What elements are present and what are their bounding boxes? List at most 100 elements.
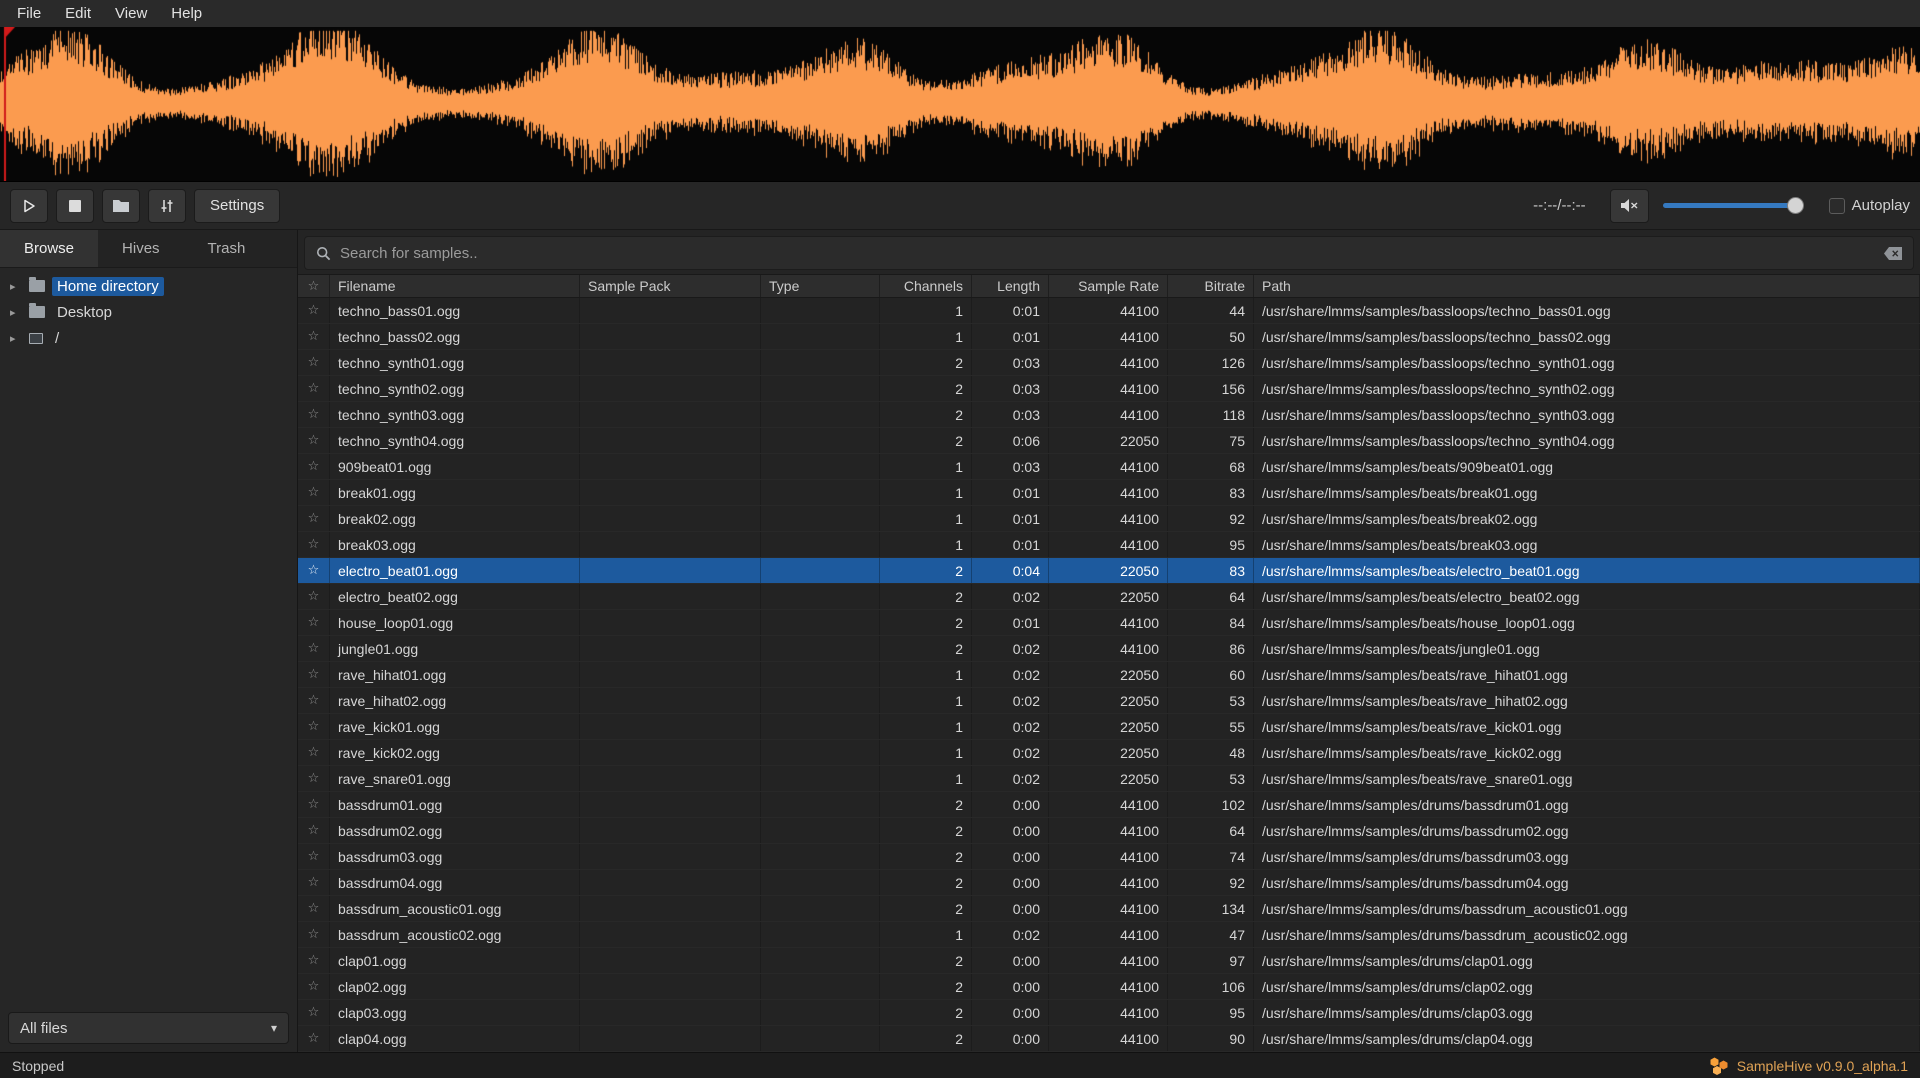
table-row[interactable]: ☆rave_kick02.ogg10:022205048/usr/share/l… [298,740,1920,766]
table-row[interactable]: ☆house_loop01.ogg20:014410084/usr/share/… [298,610,1920,636]
table-row[interactable]: ☆break03.ogg10:014410095/usr/share/lmms/… [298,532,1920,558]
expander-icon[interactable]: ▸ [10,306,22,319]
favorite-star-icon[interactable]: ☆ [298,298,330,323]
tab-hives[interactable]: Hives [98,230,184,267]
table-row[interactable]: ☆techno_bass02.ogg10:014410050/usr/share… [298,324,1920,350]
table-row[interactable]: ☆electro_beat02.ogg20:022205064/usr/shar… [298,584,1920,610]
table-row[interactable]: ☆bassdrum04.ogg20:004410092/usr/share/lm… [298,870,1920,896]
column-header-sample-rate[interactable]: Sample Rate [1049,275,1168,297]
favorite-star-icon[interactable]: ☆ [298,922,330,947]
table-row[interactable]: ☆techno_synth01.ogg20:0344100126/usr/sha… [298,350,1920,376]
column-header-bitrate[interactable]: Bitrate [1168,275,1254,297]
column-header-type[interactable]: Type [761,275,880,297]
table-row[interactable]: ☆rave_hihat01.ogg10:022205060/usr/share/… [298,662,1920,688]
settings-button[interactable]: Settings [194,189,280,223]
favorite-star-icon[interactable]: ☆ [298,610,330,635]
table-row[interactable]: ☆bassdrum02.ogg20:004410064/usr/share/lm… [298,818,1920,844]
table-row[interactable]: ☆clap02.ogg20:0044100106/usr/share/lmms/… [298,974,1920,1000]
clear-search-icon[interactable] [1884,247,1902,260]
tree-item-root[interactable]: ▸/ [0,325,297,351]
favorite-star-icon[interactable]: ☆ [298,714,330,739]
table-row[interactable]: ☆bassdrum_acoustic01.ogg20:0044100134/us… [298,896,1920,922]
expander-icon[interactable]: ▸ [10,280,22,293]
sample-pack-cell [580,974,761,999]
table-row[interactable]: ☆techno_bass01.ogg10:014410044/usr/share… [298,298,1920,324]
favorite-star-icon[interactable]: ☆ [298,636,330,661]
favorite-star-icon[interactable]: ☆ [298,688,330,713]
table-row[interactable]: ☆jungle01.ogg20:024410086/usr/share/lmms… [298,636,1920,662]
favorite-star-icon[interactable]: ☆ [298,974,330,999]
column-header-channels[interactable]: Channels [880,275,972,297]
favorite-star-icon[interactable]: ☆ [298,792,330,817]
favorites-column-header[interactable]: ☆ [298,275,330,297]
favorite-star-icon[interactable]: ☆ [298,740,330,765]
menu-help[interactable]: Help [160,2,213,25]
stop-button[interactable] [56,189,94,223]
table-row[interactable]: ☆rave_hihat02.ogg10:022205053/usr/share/… [298,688,1920,714]
table-row[interactable]: ☆break02.ogg10:014410092/usr/share/lmms/… [298,506,1920,532]
waveform-panel[interactable] [0,27,1920,182]
table-row[interactable]: ☆electro_beat01.ogg20:042205083/usr/shar… [298,558,1920,584]
volume-handle[interactable] [1787,197,1804,214]
favorite-star-icon[interactable]: ☆ [298,376,330,401]
table-row[interactable]: ☆bassdrum01.ogg20:0044100102/usr/share/l… [298,792,1920,818]
file-filter-dropdown[interactable]: All files ▾ [8,1012,289,1044]
view-toggle-button[interactable] [148,189,186,223]
table-row[interactable]: ☆techno_synth04.ogg20:062205075/usr/shar… [298,428,1920,454]
column-header-path[interactable]: Path [1254,275,1920,297]
favorite-star-icon[interactable]: ☆ [298,350,330,375]
column-header-sample-pack[interactable]: Sample Pack [580,275,761,297]
favorite-star-icon[interactable]: ☆ [298,428,330,453]
tree-item-home-directory[interactable]: ▸Home directory [0,273,297,299]
favorite-star-icon[interactable]: ☆ [298,584,330,609]
tab-trash[interactable]: Trash [184,230,270,267]
table-row[interactable]: ☆bassdrum_acoustic02.ogg10:024410047/usr… [298,922,1920,948]
sample-rate-cell: 44100 [1049,350,1168,375]
favorite-star-icon[interactable]: ☆ [298,480,330,505]
waveform[interactable] [0,27,1920,181]
autoplay-checkbox[interactable] [1829,198,1845,214]
play-button[interactable] [10,189,48,223]
favorite-star-icon[interactable]: ☆ [298,844,330,869]
favorite-star-icon[interactable]: ☆ [298,948,330,973]
expander-icon[interactable]: ▸ [10,332,22,345]
favorite-star-icon[interactable]: ☆ [298,1026,330,1051]
table-row[interactable]: ☆rave_snare01.ogg10:022205053/usr/share/… [298,766,1920,792]
table-row[interactable]: ☆clap04.ogg20:004410090/usr/share/lmms/s… [298,1026,1920,1052]
tree-item-desktop[interactable]: ▸Desktop [0,299,297,325]
table-row[interactable]: ☆techno_synth03.ogg20:0344100118/usr/sha… [298,402,1920,428]
volume-slider[interactable] [1663,196,1803,216]
favorite-star-icon[interactable]: ☆ [298,454,330,479]
favorite-star-icon[interactable]: ☆ [298,402,330,427]
column-header-filename[interactable]: Filename [330,275,580,297]
tab-browse[interactable]: Browse [0,230,98,267]
table-row[interactable]: ☆rave_kick01.ogg10:022205055/usr/share/l… [298,714,1920,740]
table-row[interactable]: ☆techno_synth02.ogg20:0344100156/usr/sha… [298,376,1920,402]
favorite-star-icon[interactable]: ☆ [298,662,330,687]
sample-pack-cell [580,1026,761,1051]
table-row[interactable]: ☆break01.ogg10:014410083/usr/share/lmms/… [298,480,1920,506]
table-row[interactable]: ☆clap03.ogg20:004410095/usr/share/lmms/s… [298,1000,1920,1026]
table-row[interactable]: ☆909beat01.ogg10:034410068/usr/share/lmm… [298,454,1920,480]
favorite-star-icon[interactable]: ☆ [298,818,330,843]
time-display: --:--/--:-- [1533,197,1585,214]
menu-edit[interactable]: Edit [54,2,102,25]
open-directory-button[interactable] [102,189,140,223]
favorite-star-icon[interactable]: ☆ [298,896,330,921]
table-row[interactable]: ☆clap01.ogg20:004410097/usr/share/lmms/s… [298,948,1920,974]
mute-button[interactable] [1610,189,1649,223]
favorite-star-icon[interactable]: ☆ [298,870,330,895]
channels-cell: 1 [880,298,972,323]
menu-view[interactable]: View [104,2,158,25]
favorite-star-icon[interactable]: ☆ [298,324,330,349]
menu-file[interactable]: File [6,2,52,25]
table-row[interactable]: ☆bassdrum03.ogg20:004410074/usr/share/lm… [298,844,1920,870]
favorite-star-icon[interactable]: ☆ [298,1000,330,1025]
column-header-length[interactable]: Length [972,275,1049,297]
favorite-star-icon[interactable]: ☆ [298,532,330,557]
favorite-star-icon[interactable]: ☆ [298,766,330,791]
search-input[interactable] [340,245,1875,262]
length-cell: 0:00 [972,792,1049,817]
favorite-star-icon[interactable]: ☆ [298,558,330,583]
favorite-star-icon[interactable]: ☆ [298,506,330,531]
